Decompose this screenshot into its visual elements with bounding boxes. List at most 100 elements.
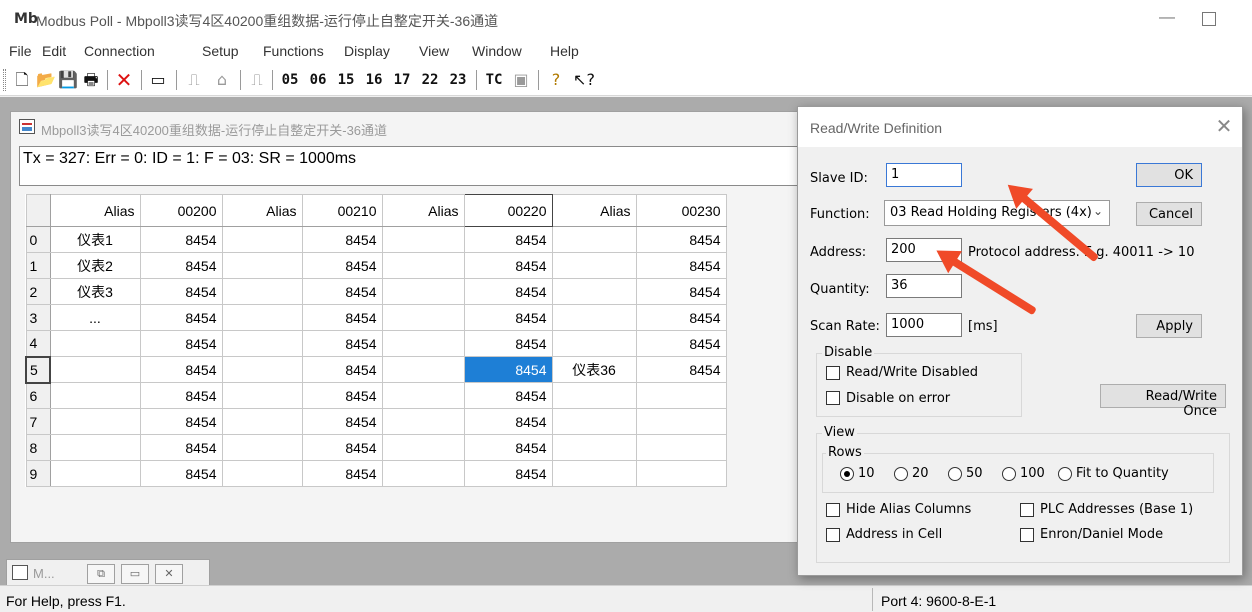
value-cell[interactable]: 8454: [139, 304, 223, 331]
row-header[interactable]: 3: [25, 304, 51, 331]
row-header[interactable]: 5: [25, 355, 51, 384]
address-in-cell-checkbox[interactable]: [826, 528, 840, 542]
close-icon[interactable]: ✕: [1212, 115, 1236, 139]
delete-icon[interactable]: ✕: [113, 69, 135, 91]
value-cell[interactable]: 8454: [463, 226, 553, 253]
quantity-input[interactable]: 36: [886, 274, 962, 298]
menu-setup[interactable]: Setup: [202, 43, 239, 59]
read-write-once-button[interactable]: Read/Write Once: [1100, 384, 1226, 419]
table-row[interactable]: 6 8454 8454 8454: [25, 382, 727, 409]
table-row[interactable]: 4 8454 8454 8454 8454: [25, 330, 727, 357]
toolbar-grip[interactable]: [3, 69, 6, 91]
value-cell[interactable]: 8454: [635, 330, 727, 357]
value-cell[interactable]: [635, 434, 727, 461]
alias-cell[interactable]: [551, 252, 637, 279]
menu-functions[interactable]: Functions: [263, 43, 324, 59]
column-header[interactable]: Alias: [221, 194, 303, 227]
value-cell[interactable]: [635, 382, 727, 409]
plc-addresses-checkbox[interactable]: [1020, 503, 1034, 517]
help-icon[interactable]: ?: [546, 69, 566, 91]
alias-cell[interactable]: [551, 226, 637, 253]
fc-17-button[interactable]: 17: [390, 69, 414, 91]
table-row[interactable]: 8 8454 8454 8454: [25, 434, 727, 461]
save-icon[interactable]: 💾: [58, 69, 78, 91]
fc-22-button[interactable]: 22: [418, 69, 442, 91]
table-row[interactable]: 5 8454 8454 8454 仪表36 8454: [25, 355, 727, 384]
alias-cell[interactable]: [551, 460, 637, 487]
row-header[interactable]: 6: [25, 382, 51, 409]
alias-cell[interactable]: [221, 460, 303, 487]
hide-alias-checkbox[interactable]: [826, 503, 840, 517]
menu-display[interactable]: Display: [344, 43, 390, 59]
alias-cell[interactable]: [49, 434, 141, 461]
value-cell[interactable]: 8454: [301, 252, 383, 279]
column-header[interactable]: 00220: [463, 194, 553, 227]
menu-file[interactable]: File: [9, 43, 32, 59]
table-row[interactable]: 0 仪表1 8454 8454 8454 8454: [25, 226, 727, 253]
alias-cell[interactable]: [49, 460, 141, 487]
fc-16-button[interactable]: 16: [362, 69, 386, 91]
alias-cell[interactable]: [221, 408, 303, 435]
corner-cell[interactable]: [25, 194, 51, 227]
column-header[interactable]: 00210: [301, 194, 383, 227]
dialog-title-bar[interactable]: Read/Write Definition ✕: [798, 107, 1242, 147]
alias-cell[interactable]: 仪表1: [49, 226, 141, 253]
tc-button[interactable]: TC: [482, 69, 506, 91]
slave-id-input[interactable]: 1: [886, 163, 962, 187]
row-header[interactable]: 4: [25, 330, 51, 357]
value-cell[interactable]: 8454: [463, 408, 553, 435]
value-cell[interactable]: 8454: [139, 460, 223, 487]
value-cell[interactable]: 8454: [139, 252, 223, 279]
row-header[interactable]: 8: [25, 434, 51, 461]
menu-view[interactable]: View: [419, 43, 449, 59]
alias-cell[interactable]: [381, 356, 465, 383]
alias-cell[interactable]: [381, 252, 465, 279]
alias-cell[interactable]: [221, 382, 303, 409]
restore-icon[interactable]: ⧉: [87, 564, 115, 584]
menu-window[interactable]: Window: [472, 43, 522, 59]
alias-cell[interactable]: [551, 382, 637, 409]
value-cell[interactable]: 8454: [463, 304, 553, 331]
value-cell[interactable]: [635, 460, 727, 487]
rows-10-radio[interactable]: [840, 467, 854, 481]
value-cell[interactable]: 8454: [301, 330, 383, 357]
connect-icon[interactable]: ⎍: [183, 69, 205, 91]
fc-23-button[interactable]: 23: [446, 69, 470, 91]
maximize-icon[interactable]: ▭: [121, 564, 149, 584]
ok-button[interactable]: OK: [1136, 163, 1202, 187]
alias-cell[interactable]: [381, 434, 465, 461]
value-cell[interactable]: 8454: [139, 330, 223, 357]
value-cell[interactable]: 8454: [463, 278, 553, 305]
disconnect-icon[interactable]: ⌂: [211, 69, 233, 91]
alias-cell[interactable]: [381, 408, 465, 435]
row-header[interactable]: 9: [25, 460, 51, 487]
table-row[interactable]: 9 8454 8454 8454: [25, 460, 727, 487]
cancel-button[interactable]: Cancel: [1136, 202, 1202, 226]
alias-cell[interactable]: [221, 356, 303, 383]
row-header[interactable]: 0: [25, 226, 51, 253]
value-cell[interactable]: 8454: [463, 460, 553, 487]
value-cell[interactable]: 8454: [301, 408, 383, 435]
value-cell[interactable]: 8454: [139, 226, 223, 253]
value-cell[interactable]: 8454: [301, 460, 383, 487]
fc-05-button[interactable]: 05: [278, 69, 302, 91]
alias-cell[interactable]: [551, 330, 637, 357]
value-cell[interactable]: 8454: [635, 226, 727, 253]
value-cell[interactable]: 8454: [301, 304, 383, 331]
function-select[interactable]: 03 Read Holding Registers (4x) ⌄: [884, 200, 1110, 226]
value-cell[interactable]: 8454: [463, 434, 553, 461]
alias-cell[interactable]: [381, 304, 465, 331]
row-header[interactable]: 7: [25, 408, 51, 435]
apply-button[interactable]: Apply: [1136, 314, 1202, 338]
row-header[interactable]: 1: [25, 252, 51, 279]
alias-cell[interactable]: [551, 278, 637, 305]
table-row[interactable]: 2 仪表3 8454 8454 8454 8454: [25, 278, 727, 305]
rows-100-radio[interactable]: [1002, 467, 1016, 481]
column-header[interactable]: 00200: [139, 194, 223, 227]
alias-cell[interactable]: [221, 278, 303, 305]
rows-fit-radio[interactable]: [1058, 467, 1072, 481]
column-header[interactable]: Alias: [49, 194, 141, 227]
column-header[interactable]: Alias: [381, 194, 465, 227]
column-header[interactable]: 00230: [635, 194, 727, 227]
monitor-icon[interactable]: ▣: [510, 69, 532, 91]
